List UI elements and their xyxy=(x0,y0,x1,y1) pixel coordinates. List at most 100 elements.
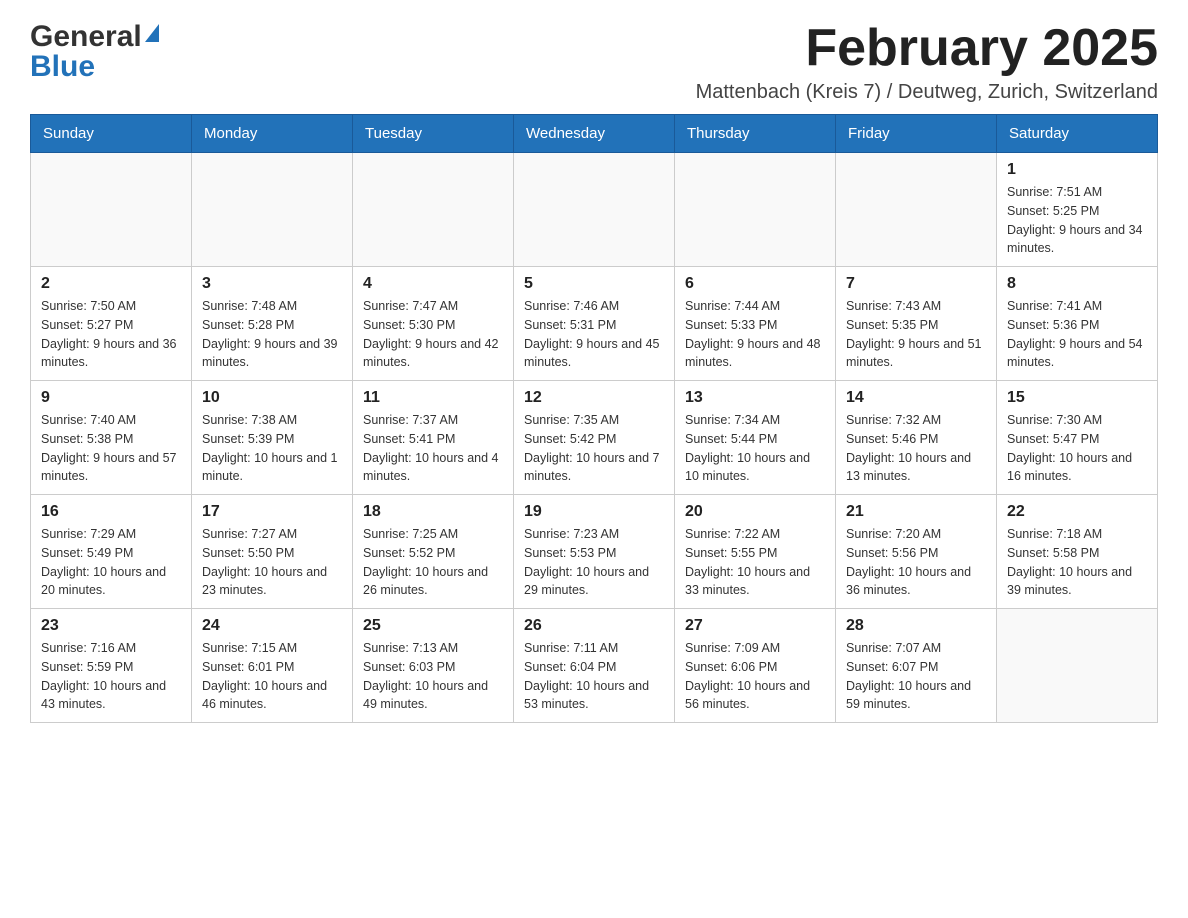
calendar-cell xyxy=(31,153,192,267)
day-number: 9 xyxy=(41,389,181,407)
weekday-header-monday: Monday xyxy=(192,115,353,153)
day-info: Sunrise: 7:20 AMSunset: 5:56 PMDaylight:… xyxy=(846,525,986,600)
logo-general-text: General xyxy=(30,20,142,54)
calendar-cell: 3Sunrise: 7:48 AMSunset: 5:28 PMDaylight… xyxy=(192,267,353,381)
day-number: 7 xyxy=(846,275,986,293)
day-info: Sunrise: 7:25 AMSunset: 5:52 PMDaylight:… xyxy=(363,525,503,600)
calendar-cell: 14 Sunrise: 7:32 AMSunset: 5:46 PMDayligh… xyxy=(836,381,997,495)
day-number: 18 xyxy=(363,503,503,521)
calendar-cell: 21Sunrise: 7:20 AMSunset: 5:56 PMDayligh… xyxy=(836,495,997,609)
day-info: Sunrise: 7:22 AMSunset: 5:55 PMDaylight:… xyxy=(685,525,825,600)
logo-blue-text: Blue xyxy=(30,50,95,84)
day-info: Sunrise: 7:34 AMSunset: 5:44 PMDaylight:… xyxy=(685,411,825,486)
weekday-header-friday: Friday xyxy=(836,115,997,153)
day-info: Sunrise: 7:46 AMSunset: 5:31 PMDaylight:… xyxy=(524,297,664,372)
day-info: Sunrise: 7:29 AMSunset: 5:49 PMDaylight:… xyxy=(41,525,181,600)
day-info: Sunrise: 7:48 AMSunset: 5:28 PMDaylight:… xyxy=(202,297,342,372)
weekday-header-wednesday: Wednesday xyxy=(514,115,675,153)
calendar-cell: 17 Sunrise: 7:27 AMSunset: 5:50 PMDayligh… xyxy=(192,495,353,609)
month-title: February 2025 xyxy=(696,20,1158,77)
calendar-cell xyxy=(353,153,514,267)
day-info: Sunrise: 7:23 AMSunset: 5:53 PMDaylight:… xyxy=(524,525,664,600)
day-number: 6 xyxy=(685,275,825,293)
day-number: 25 xyxy=(363,617,503,635)
calendar-cell: 28 Sunrise: 7:07 AMSunset: 6:07 PMDayligh… xyxy=(836,609,997,723)
calendar-week-4: 16 Sunrise: 7:29 AMSunset: 5:49 PMDayligh… xyxy=(31,495,1158,609)
day-info: Sunrise: 7:07 AMSunset: 6:07 PMDaylight:… xyxy=(846,639,986,714)
calendar-cell: 7 Sunrise: 7:43 AMSunset: 5:35 PMDaylight… xyxy=(836,267,997,381)
calendar-cell: 22 Sunrise: 7:18 AMSunset: 5:58 PMDayligh… xyxy=(997,495,1158,609)
calendar-cell: 13 Sunrise: 7:34 AMSunset: 5:44 PMDayligh… xyxy=(675,381,836,495)
day-info: Sunrise: 7:37 AMSunset: 5:41 PMDaylight:… xyxy=(363,411,503,486)
weekday-header-saturday: Saturday xyxy=(997,115,1158,153)
day-number: 12 xyxy=(524,389,664,407)
calendar-cell: 19 Sunrise: 7:23 AMSunset: 5:53 PMDayligh… xyxy=(514,495,675,609)
calendar-cell: 5 Sunrise: 7:46 AMSunset: 5:31 PMDaylight… xyxy=(514,267,675,381)
day-number: 24 xyxy=(202,617,342,635)
day-info: Sunrise: 7:32 AMSunset: 5:46 PMDaylight:… xyxy=(846,411,986,486)
calendar-cell: 11 Sunrise: 7:37 AMSunset: 5:41 PMDayligh… xyxy=(353,381,514,495)
day-number: 23 xyxy=(41,617,181,635)
calendar-cell: 15 Sunrise: 7:30 AMSunset: 5:47 PMDayligh… xyxy=(997,381,1158,495)
day-number: 2 xyxy=(41,275,181,293)
calendar-week-2: 2Sunrise: 7:50 AMSunset: 5:27 PMDaylight… xyxy=(31,267,1158,381)
calendar-week-1: 1Sunrise: 7:51 AMSunset: 5:25 PMDaylight… xyxy=(31,153,1158,267)
logo: General Blue xyxy=(30,20,159,84)
calendar-table: SundayMondayTuesdayWednesdayThursdayFrid… xyxy=(30,114,1158,723)
day-number: 19 xyxy=(524,503,664,521)
day-info: Sunrise: 7:43 AMSunset: 5:35 PMDaylight:… xyxy=(846,297,986,372)
weekday-header-sunday: Sunday xyxy=(31,115,192,153)
day-info: Sunrise: 7:13 AMSunset: 6:03 PMDaylight:… xyxy=(363,639,503,714)
day-number: 22 xyxy=(1007,503,1147,521)
day-info: Sunrise: 7:44 AMSunset: 5:33 PMDaylight:… xyxy=(685,297,825,372)
calendar-week-5: 23 Sunrise: 7:16 AMSunset: 5:59 PMDayligh… xyxy=(31,609,1158,723)
title-section: February 2025 Mattenbach (Kreis 7) / Deu… xyxy=(696,20,1158,104)
day-info: Sunrise: 7:11 AMSunset: 6:04 PMDaylight:… xyxy=(524,639,664,714)
calendar-cell xyxy=(836,153,997,267)
day-info: Sunrise: 7:15 AMSunset: 6:01 PMDaylight:… xyxy=(202,639,342,714)
calendar-cell xyxy=(997,609,1158,723)
day-number: 10 xyxy=(202,389,342,407)
day-number: 14 xyxy=(846,389,986,407)
day-number: 5 xyxy=(524,275,664,293)
day-number: 28 xyxy=(846,617,986,635)
weekday-header-thursday: Thursday xyxy=(675,115,836,153)
day-info: Sunrise: 7:40 AMSunset: 5:38 PMDaylight:… xyxy=(41,411,181,486)
calendar-cell: 2Sunrise: 7:50 AMSunset: 5:27 PMDaylight… xyxy=(31,267,192,381)
calendar-cell: 16 Sunrise: 7:29 AMSunset: 5:49 PMDayligh… xyxy=(31,495,192,609)
day-info: Sunrise: 7:18 AMSunset: 5:58 PMDaylight:… xyxy=(1007,525,1147,600)
day-number: 8 xyxy=(1007,275,1147,293)
day-info: Sunrise: 7:35 AMSunset: 5:42 PMDaylight:… xyxy=(524,411,664,486)
page-header: General Blue February 2025 Mattenbach (K… xyxy=(30,20,1158,104)
calendar-cell xyxy=(514,153,675,267)
day-number: 13 xyxy=(685,389,825,407)
day-info: Sunrise: 7:30 AMSunset: 5:47 PMDaylight:… xyxy=(1007,411,1147,486)
day-number: 4 xyxy=(363,275,503,293)
calendar-cell: 6 Sunrise: 7:44 AMSunset: 5:33 PMDaylight… xyxy=(675,267,836,381)
day-number: 16 xyxy=(41,503,181,521)
day-info: Sunrise: 7:38 AMSunset: 5:39 PMDaylight:… xyxy=(202,411,342,486)
logo-arrow-icon xyxy=(145,24,159,42)
calendar-cell: 12 Sunrise: 7:35 AMSunset: 5:42 PMDayligh… xyxy=(514,381,675,495)
calendar-cell: 4 Sunrise: 7:47 AMSunset: 5:30 PMDaylight… xyxy=(353,267,514,381)
day-info: Sunrise: 7:51 AMSunset: 5:25 PMDaylight:… xyxy=(1007,183,1147,258)
location-title: Mattenbach (Kreis 7) / Deutweg, Zurich, … xyxy=(696,81,1158,104)
calendar-cell: 1Sunrise: 7:51 AMSunset: 5:25 PMDaylight… xyxy=(997,153,1158,267)
calendar-cell: 23 Sunrise: 7:16 AMSunset: 5:59 PMDayligh… xyxy=(31,609,192,723)
day-number: 17 xyxy=(202,503,342,521)
day-number: 15 xyxy=(1007,389,1147,407)
calendar-cell: 25 Sunrise: 7:13 AMSunset: 6:03 PMDayligh… xyxy=(353,609,514,723)
day-info: Sunrise: 7:16 AMSunset: 5:59 PMDaylight:… xyxy=(41,639,181,714)
day-number: 26 xyxy=(524,617,664,635)
calendar-cell: 8 Sunrise: 7:41 AMSunset: 5:36 PMDaylight… xyxy=(997,267,1158,381)
day-info: Sunrise: 7:09 AMSunset: 6:06 PMDaylight:… xyxy=(685,639,825,714)
day-info: Sunrise: 7:27 AMSunset: 5:50 PMDaylight:… xyxy=(202,525,342,600)
calendar-cell: 18 Sunrise: 7:25 AMSunset: 5:52 PMDayligh… xyxy=(353,495,514,609)
weekday-header-row: SundayMondayTuesdayWednesdayThursdayFrid… xyxy=(31,115,1158,153)
day-info: Sunrise: 7:47 AMSunset: 5:30 PMDaylight:… xyxy=(363,297,503,372)
day-info: Sunrise: 7:41 AMSunset: 5:36 PMDaylight:… xyxy=(1007,297,1147,372)
calendar-cell: 9 Sunrise: 7:40 AMSunset: 5:38 PMDaylight… xyxy=(31,381,192,495)
calendar-cell: 20Sunrise: 7:22 AMSunset: 5:55 PMDayligh… xyxy=(675,495,836,609)
calendar-cell: 24 Sunrise: 7:15 AMSunset: 6:01 PMDayligh… xyxy=(192,609,353,723)
day-number: 11 xyxy=(363,389,503,407)
